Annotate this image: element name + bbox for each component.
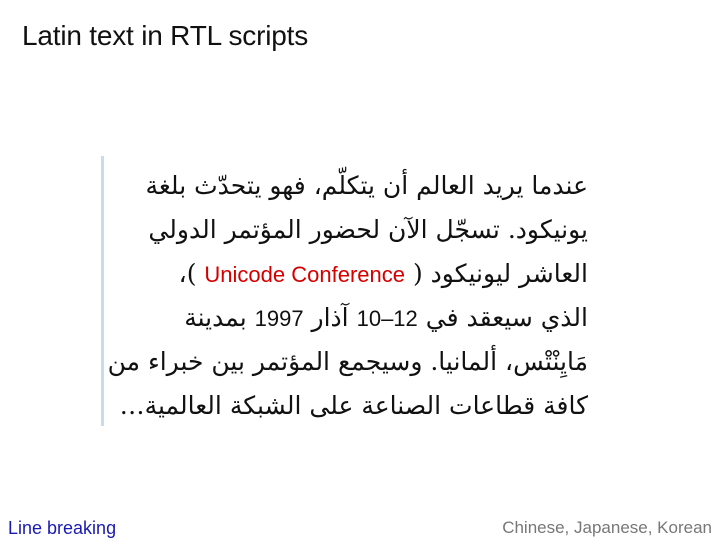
arabic-line-5: مَايِنْتْس، ألمانيا. وسيجمع المؤتمر بين … xyxy=(107,347,588,376)
arabic-line-2: يونيكود. تسجّل الآن لحضور المؤتمر الدولي xyxy=(148,215,588,244)
year: 1997 xyxy=(254,306,304,331)
arabic-line-3: العاشر ليونيكود ( Unicode Conference )، xyxy=(118,252,588,296)
arabic-line-4: الذي سيعقد في 10–12 آذار 1997 بمدينة xyxy=(118,296,588,340)
arabic-text-block: عندما يريد العالم أن يتكلّم، فهو يتحدّث … xyxy=(107,164,588,428)
arabic-line-4-part3: بمدينة xyxy=(184,303,247,332)
quote-bar xyxy=(101,156,104,426)
latin-conference-name: Unicode Conference xyxy=(204,262,405,287)
arabic-line-3-before: العاشر ليونيكود ( xyxy=(412,259,588,288)
slide-title: Latin text in RTL scripts xyxy=(22,20,309,51)
next-link-cjk[interactable]: Chinese, Japanese, Korean xyxy=(502,518,712,538)
date-range: 10–12 xyxy=(356,306,418,331)
prev-link-line-breaking[interactable]: Line breaking xyxy=(8,518,116,539)
arabic-line-4-part2: آذار xyxy=(311,303,349,332)
arabic-line-1: عندما يريد العالم أن يتكلّم، فهو يتحدّث … xyxy=(145,171,588,200)
arabic-line-3-after: )، xyxy=(178,259,197,288)
arabic-line-6: كافة قطاعات الصناعة على الشبكة العالمية… xyxy=(119,391,588,420)
arabic-line-4-part1: الذي سيعقد في xyxy=(425,303,588,332)
